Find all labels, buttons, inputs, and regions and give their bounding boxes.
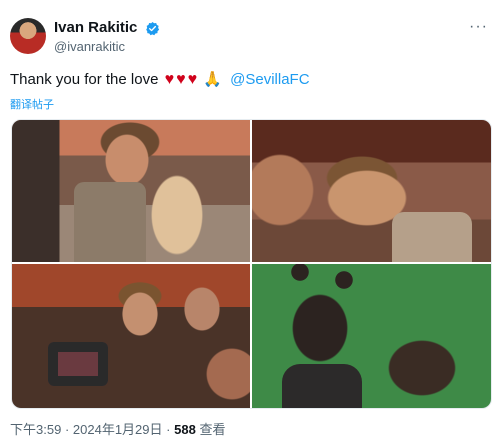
- separator: ·: [64, 422, 70, 437]
- photo-grid: [11, 119, 492, 409]
- tweet-body: Thank you for the love: [10, 71, 159, 88]
- display-name[interactable]: Ivan Rakitic: [54, 19, 137, 37]
- heart-icon: ♥: [176, 71, 186, 88]
- avatar[interactable]: [10, 18, 46, 54]
- tweet-header: Ivan Rakitic @ivanrakitic ···: [10, 18, 490, 58]
- heart-icon: ♥: [187, 71, 198, 88]
- mention-link[interactable]: @SevillaFC: [230, 71, 309, 88]
- photo-1[interactable]: [12, 120, 250, 262]
- author-block: Ivan Rakitic @ivanrakitic: [54, 19, 160, 56]
- post-time[interactable]: 下午3:59: [10, 422, 61, 437]
- tweet-text: Thank you for the love ♥ ♥ ♥ 🙏 @SevillaFC: [10, 70, 490, 90]
- photo-4[interactable]: [252, 264, 491, 408]
- more-options-icon[interactable]: ···: [469, 18, 488, 36]
- translate-post-link[interactable]: 翻译帖子: [10, 96, 54, 112]
- views-label: 查看: [199, 422, 226, 437]
- verified-badge-icon: [146, 21, 159, 35]
- heart-icon: ♥: [164, 71, 175, 88]
- photo-3[interactable]: [12, 264, 250, 408]
- views-count: 588: [174, 422, 196, 437]
- handle[interactable]: @ivanrakitic: [54, 38, 160, 56]
- folded-hands-icon: 🙏: [203, 71, 222, 88]
- post-date[interactable]: 2024年1月29日: [73, 422, 163, 437]
- tweet-meta: 下午3:59 · 2024年1月29日 · 588 查看: [10, 422, 225, 438]
- separator: ·: [166, 422, 171, 437]
- photo-2[interactable]: [252, 120, 491, 262]
